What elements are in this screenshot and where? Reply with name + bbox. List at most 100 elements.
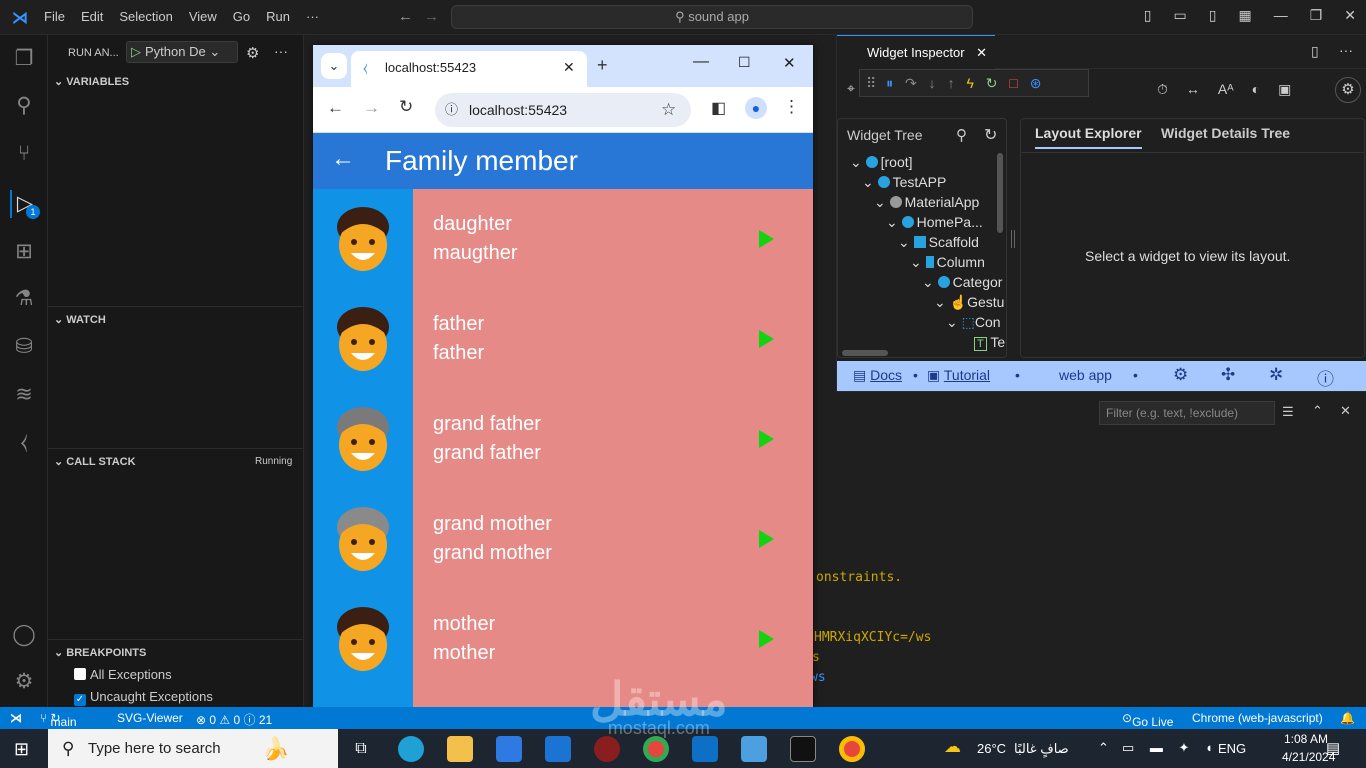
- svg-viewer-item[interactable]: SVG-Viewer: [117, 711, 183, 725]
- nav-back-icon[interactable]: ←: [398, 8, 413, 25]
- forward-icon[interactable]: →: [363, 98, 380, 118]
- play-icon[interactable]: [759, 630, 774, 648]
- guidelines-icon[interactable]: ↔: [1186, 81, 1200, 98]
- tree-hscrollbar[interactable]: [842, 350, 888, 356]
- all-exceptions-checkbox[interactable]: All Exceptions: [74, 667, 172, 682]
- address-bar[interactable]: ⓘ localhost:55423 ☆: [435, 93, 691, 127]
- store-icon[interactable]: [496, 736, 522, 762]
- checkbox-checked-icon[interactable]: ✓: [74, 694, 86, 706]
- pause-icon[interactable]: ⏸: [886, 75, 893, 91]
- step-out-icon[interactable]: ↑: [948, 75, 955, 91]
- profile-avatar-icon[interactable]: ●: [745, 97, 767, 119]
- account-icon[interactable]: ◯: [10, 621, 38, 649]
- more-actions-icon[interactable]: ···: [1339, 42, 1353, 58]
- help-icon[interactable]: ⓘ: [1317, 365, 1334, 390]
- close-tab-icon[interactable]: ✕: [976, 45, 987, 60]
- breakpoints-section-title[interactable]: ⌄ BREAKPOINTS: [54, 646, 146, 659]
- text-scale-icon[interactable]: Aᴬ: [1218, 81, 1234, 98]
- toggle-sidebar-icon[interactable]: ▯: [1144, 7, 1152, 24]
- restore-icon[interactable]: ❐: [1310, 7, 1323, 24]
- refresh-icon[interactable]: ↻: [984, 125, 997, 145]
- language-indicator[interactable]: ENG: [1218, 741, 1246, 756]
- menu-file[interactable]: File: [44, 9, 65, 24]
- site-info-icon[interactable]: ⓘ: [445, 93, 458, 127]
- maximize-panel-icon[interactable]: ⌃: [1312, 403, 1323, 419]
- start-debug-icon[interactable]: ▷: [127, 44, 145, 59]
- new-tab-icon[interactable]: +: [597, 55, 608, 76]
- play-icon[interactable]: [759, 330, 774, 348]
- vscode-taskbar-icon[interactable]: [692, 736, 718, 762]
- filter-input[interactable]: Filter (e.g. text, !exclude): [1099, 401, 1275, 425]
- explorer-icon[interactable]: ❐: [10, 45, 38, 73]
- tutorial-link[interactable]: ▣ Tutorial: [927, 367, 990, 384]
- extension-icon[interactable]: ✣: [1221, 365, 1235, 385]
- list-item[interactable]: older bother ital: [313, 689, 813, 707]
- restart-icon[interactable]: ↻: [986, 75, 998, 91]
- menu-go[interactable]: Go: [233, 9, 250, 24]
- docs-link[interactable]: ▤ Docs: [853, 367, 902, 384]
- tab-widget-inspector[interactable]: Widget Inspector ✕: [837, 35, 995, 69]
- control-panel-icon[interactable]: [741, 736, 767, 762]
- list-item-content[interactable]: grand father grand father: [413, 389, 813, 489]
- windows-start-icon[interactable]: ⊞: [14, 739, 29, 760]
- close-icon[interactable]: ✕: [1344, 7, 1356, 24]
- reload-icon[interactable]: ↻: [399, 97, 413, 117]
- play-icon[interactable]: [759, 530, 774, 548]
- notifications-icon[interactable]: ▤: [1326, 739, 1340, 757]
- settings-gear-icon[interactable]: ⚙: [1173, 365, 1188, 385]
- terminal-icon[interactable]: [790, 736, 816, 762]
- tree-item-root[interactable]: ⌄ [root]: [850, 154, 913, 171]
- task-view-icon[interactable]: ⧉: [348, 736, 374, 762]
- tray-icons[interactable]: ▭ ▬ ✦ ◖: [1122, 740, 1219, 756]
- mail-icon[interactable]: [545, 736, 571, 762]
- split-editor-icon[interactable]: ▯: [1311, 43, 1319, 60]
- checkbox-unchecked-icon[interactable]: [74, 668, 86, 680]
- tree-item-gesture[interactable]: ⌄ ☝Gestu: [934, 294, 1004, 311]
- list-item[interactable]: father father: [313, 289, 813, 389]
- go-live-button[interactable]: ⊙ Go Live: [1122, 711, 1173, 729]
- back-arrow-icon[interactable]: ←: [331, 145, 355, 173]
- chrome-icon[interactable]: [643, 736, 669, 762]
- branch-indicator[interactable]: ⑂ main ↻: [40, 711, 77, 729]
- command-center-search[interactable]: ⚲ sound app: [451, 5, 973, 29]
- maximize-icon[interactable]: ☐: [738, 54, 751, 71]
- tree-item-testapp[interactable]: ⌄ TestAPP: [862, 174, 946, 191]
- tree-item-text[interactable]: T Te: [974, 334, 1005, 351]
- list-item[interactable]: daughter maugther: [313, 189, 813, 289]
- close-window-icon[interactable]: ✕: [783, 54, 796, 72]
- edge-icon[interactable]: [398, 736, 424, 762]
- tree-item-column[interactable]: ⌄ Column: [910, 254, 985, 271]
- clock-time[interactable]: 1:08 AM: [1284, 732, 1328, 746]
- problems-indicator[interactable]: ⊗ 0 ⚠ 0 ⓘ 21: [196, 711, 272, 728]
- list-item-content[interactable]: grand mother grand mother: [413, 489, 813, 589]
- source-control-icon[interactable]: ⑂: [10, 140, 38, 168]
- minimize-icon[interactable]: —: [1274, 7, 1288, 24]
- file-explorer-icon[interactable]: [447, 736, 473, 762]
- tree-item-scaffold[interactable]: ⌄ Scaffold: [898, 234, 979, 251]
- close-panel-icon[interactable]: ✕: [1340, 403, 1351, 419]
- repaint-icon[interactable]: ◐: [1252, 81, 1260, 98]
- flutter-icon[interactable]: ⧼: [10, 429, 38, 457]
- search-icon[interactable]: ⚲: [956, 126, 967, 144]
- side-panel-icon[interactable]: ◧: [711, 98, 726, 118]
- split-handle[interactable]: [1011, 230, 1015, 248]
- step-over-icon[interactable]: ↷: [905, 75, 917, 91]
- browser-menu-icon[interactable]: ⋮: [783, 97, 800, 117]
- tree-item-materialapp[interactable]: ⌄ MaterialApp: [874, 194, 979, 211]
- tree-item-category[interactable]: ⌄ Categor: [922, 274, 1002, 291]
- back-icon[interactable]: ←: [327, 98, 344, 118]
- clear-filter-icon[interactable]: ☰: [1282, 404, 1294, 420]
- image-icon[interactable]: ▣: [1278, 81, 1291, 98]
- toggle-secondary-icon[interactable]: ▯: [1209, 7, 1217, 24]
- stop-icon[interactable]: □: [1009, 75, 1017, 91]
- more-actions-icon[interactable]: ···: [274, 43, 288, 59]
- tree-item-homepage[interactable]: ⌄ HomePa...: [886, 214, 983, 231]
- database-icon[interactable]: ⛁: [10, 333, 38, 361]
- select-widget-icon[interactable]: ⌖: [847, 80, 855, 97]
- tab-layout-explorer[interactable]: Layout Explorer: [1035, 125, 1142, 149]
- uncaught-exceptions-checkbox[interactable]: ✓ Uncaught Exceptions: [74, 689, 213, 706]
- step-into-icon[interactable]: ↓: [929, 75, 936, 91]
- drag-handle-icon[interactable]: ⠿: [866, 75, 876, 91]
- menu-view[interactable]: View: [189, 9, 217, 24]
- tree-scrollbar[interactable]: [997, 153, 1003, 233]
